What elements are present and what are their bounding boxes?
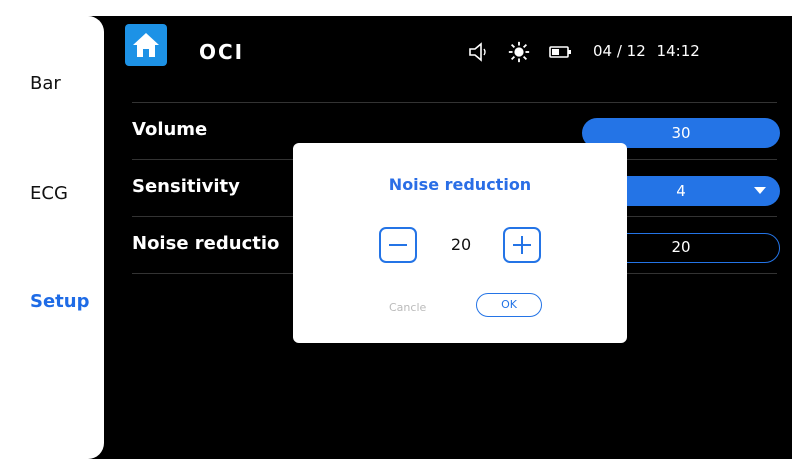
battery-icon (549, 46, 571, 58)
noise-reduction-value: 20 (671, 238, 691, 256)
sidebar-item-ecg[interactable]: ECG (12, 183, 104, 204)
sensitivity-value: 4 (676, 182, 686, 200)
ok-button[interactable]: OK (476, 293, 542, 317)
dialog-value: 20 (450, 235, 472, 254)
brightness-icon[interactable] (506, 40, 532, 64)
sidebar-item-label: Setup (30, 291, 90, 312)
sidebar-item-label: ECG (30, 183, 68, 204)
sidebar: Bar ECG Setup (12, 16, 104, 459)
increment-button[interactable] (503, 227, 541, 263)
dropdown-arrow-icon (754, 187, 766, 194)
cancel-button[interactable]: Cancle (389, 301, 426, 314)
decrement-button[interactable] (379, 227, 417, 263)
sidebar-item-bar[interactable]: Bar (12, 73, 104, 94)
sidebar-item-label: Bar (30, 73, 61, 94)
status-clock: 04 / 12 14:12 (593, 42, 700, 60)
time-text: 14:12 (656, 42, 700, 60)
sidebar-item-setup[interactable]: Setup (12, 291, 104, 312)
noise-reduction-label: Noise reductio (132, 233, 280, 254)
date-text: 04 / 12 (593, 42, 646, 60)
home-icon (133, 33, 159, 57)
speaker-icon[interactable] (467, 40, 491, 64)
dialog-title: Noise reduction (388, 175, 532, 194)
minus-icon (389, 244, 407, 246)
volume-value: 30 (671, 124, 691, 142)
sensitivity-label: Sensitivity (132, 176, 240, 197)
page-title: OCI (199, 40, 245, 64)
home-button[interactable] (125, 24, 167, 66)
noise-reduction-dialog: Noise reduction 20 Cancle OK (293, 143, 627, 343)
volume-label: Volume (132, 119, 208, 140)
